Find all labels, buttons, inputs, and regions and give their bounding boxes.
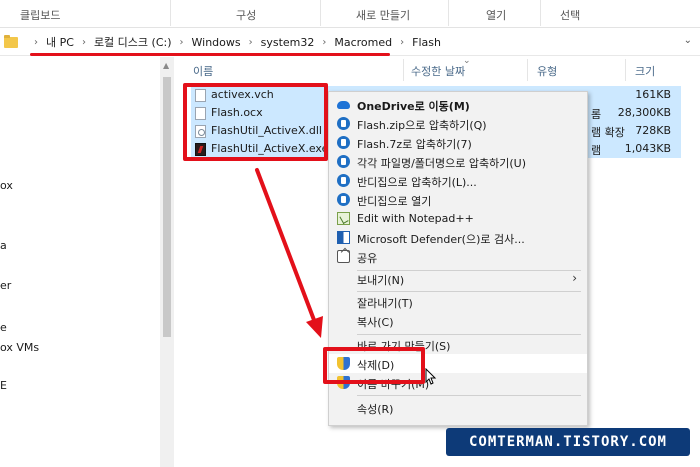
menu-item-label: 반디집으로 압축하기(L)... <box>357 176 477 189</box>
menu-divider <box>357 395 581 396</box>
menu-item-defender-scan[interactable]: Microsoft Defender(으)로 검사... <box>329 228 587 247</box>
breadcrumb-windows[interactable]: Windows <box>192 36 241 49</box>
menu-item-label: 각각 파일명/폴더명으로 압축하기(U) <box>357 157 527 170</box>
navigation-pane: ox a er e ox VMs E <box>0 57 160 467</box>
menu-item-label: 복사(C) <box>357 316 394 329</box>
ribbon-divider <box>320 0 321 26</box>
ribbon-divider <box>540 0 541 26</box>
bandizip-icon <box>337 174 350 187</box>
menu-item-label: 공유 <box>357 252 378 265</box>
menu-item-label: Flash.zip으로 압축하기(Q) <box>357 119 487 132</box>
menu-item-onedrive[interactable]: OneDrive로 이동(M) <box>329 95 587 114</box>
breadcrumb-flash[interactable]: Flash <box>412 36 441 49</box>
menu-item-compress-7z[interactable]: Flash.7z로 압축하기(7) <box>329 133 587 152</box>
share-icon <box>337 250 350 263</box>
file-type: 램 확장 <box>591 126 625 139</box>
breadcrumb-macromed[interactable]: Macromed <box>334 36 392 49</box>
menu-item-label: 속성(R) <box>357 403 394 416</box>
watermark-text: COMTERMAN.TISTORY.COM <box>468 434 667 450</box>
chevron-right-icon[interactable]: › <box>34 37 38 48</box>
menu-item-label: 보내기(N) <box>357 274 405 287</box>
nav-item[interactable]: ox VMs <box>0 341 39 354</box>
file-size: 28,300KB <box>617 106 671 119</box>
chevron-right-icon[interactable]: › <box>82 37 86 48</box>
bandizip-icon <box>337 117 350 130</box>
onedrive-cloud-icon <box>337 101 350 109</box>
column-divider[interactable] <box>625 59 626 81</box>
nav-item[interactable]: E <box>0 379 7 392</box>
ribbon-divider <box>170 0 171 26</box>
sort-chevron-icon: ⌄ <box>463 56 471 66</box>
menu-item-label: Edit with Notepad++ <box>357 212 474 225</box>
column-header-size[interactable]: 크기 <box>635 63 655 79</box>
column-divider[interactable] <box>403 59 404 81</box>
menu-item-bandizip-open[interactable]: 반디집으로 열기 <box>329 190 587 209</box>
column-header-modified[interactable]: 수정한 날짜 <box>411 63 465 79</box>
nav-item[interactable]: er <box>0 279 11 292</box>
ribbon-group-organize: 구성 <box>236 9 257 22</box>
menu-item-label: 잘라내기(T) <box>357 297 413 310</box>
menu-item-bandizip-compress[interactable]: 반디집으로 압축하기(L)... <box>329 171 587 190</box>
ribbon: 클립보드 구성 새로 만들기 열기 선택 <box>0 0 700 28</box>
menu-item-label: Microsoft Defender(으)로 검사... <box>357 233 525 246</box>
ribbon-group-clipboard: 클립보드 <box>20 9 61 22</box>
defender-shield-icon <box>337 231 350 244</box>
nav-scrollbar[interactable]: ▲ <box>160 57 174 467</box>
file-type: 롬 <box>591 108 602 121</box>
menu-item-cut[interactable]: 잘라내기(T) <box>329 292 587 311</box>
chevron-right-icon[interactable]: › <box>180 37 184 48</box>
file-type: 램 <box>591 144 602 157</box>
ribbon-group-select: 선택 <box>560 9 581 22</box>
menu-item-copy[interactable]: 복사(C) <box>329 311 587 330</box>
selected-files-highlight <box>183 83 328 161</box>
mouse-cursor-icon <box>425 368 437 385</box>
folder-icon <box>4 34 18 48</box>
scroll-up-icon[interactable]: ▲ <box>163 61 169 70</box>
menu-item-notepad[interactable]: Edit with Notepad++ <box>329 209 587 228</box>
chevron-right-icon[interactable]: › <box>322 37 326 48</box>
path-highlight-underline <box>30 53 390 56</box>
nav-item[interactable]: a <box>0 239 7 252</box>
ribbon-group-open: 열기 <box>486 9 507 22</box>
chevron-right-icon: › <box>572 271 577 285</box>
address-bar[interactable]: › 내 PC › 로컬 디스크 (C:) › Windows › system3… <box>4 31 694 53</box>
chevron-right-icon[interactable]: › <box>249 37 253 48</box>
menu-item-label: 반디집으로 열기 <box>357 195 432 208</box>
menu-item-properties[interactable]: 속성(R) <box>329 398 587 417</box>
delete-highlight <box>323 347 425 384</box>
ribbon-divider <box>448 0 449 26</box>
breadcrumb-this-pc[interactable]: 내 PC <box>46 34 74 50</box>
breadcrumb-local-disk[interactable]: 로컬 디스크 (C:) <box>94 34 172 50</box>
chevron-right-icon[interactable]: › <box>400 37 404 48</box>
menu-item-compress-zip[interactable]: Flash.zip으로 압축하기(Q) <box>329 114 587 133</box>
bandizip-icon <box>337 155 350 168</box>
ribbon-group-new: 새로 만들기 <box>356 9 411 22</box>
nav-scrollbar-thumb[interactable] <box>163 77 171 337</box>
file-size: 1,043KB <box>624 142 671 155</box>
notepad-plus-plus-icon <box>337 212 350 225</box>
bandizip-icon <box>337 136 350 149</box>
column-divider[interactable] <box>527 59 528 81</box>
menu-item-label: Flash.7z로 압축하기(7) <box>357 138 472 151</box>
menu-item-label: OneDrive로 이동(M) <box>357 100 470 113</box>
column-header-type[interactable]: 유형 <box>537 63 557 79</box>
bandizip-icon <box>337 193 350 206</box>
chevron-down-icon[interactable]: ⌄ <box>684 35 692 46</box>
file-size: 161KB <box>635 88 671 101</box>
address-bar-row: › 내 PC › 로컬 디스크 (C:) › Windows › system3… <box>0 28 700 56</box>
nav-item[interactable]: ox <box>0 179 13 192</box>
menu-item-compress-each[interactable]: 각각 파일명/폴더명으로 압축하기(U) <box>329 152 587 171</box>
menu-item-share[interactable]: 공유 <box>329 247 587 266</box>
nav-item[interactable]: e <box>0 321 7 334</box>
watermark-banner: COMTERMAN.TISTORY.COM <box>446 428 690 456</box>
file-size: 728KB <box>635 124 671 137</box>
menu-item-send-to[interactable]: 보내기(N) › <box>329 269 587 288</box>
breadcrumb-system32[interactable]: system32 <box>261 36 315 49</box>
column-header-name[interactable]: 이름 <box>193 63 213 79</box>
